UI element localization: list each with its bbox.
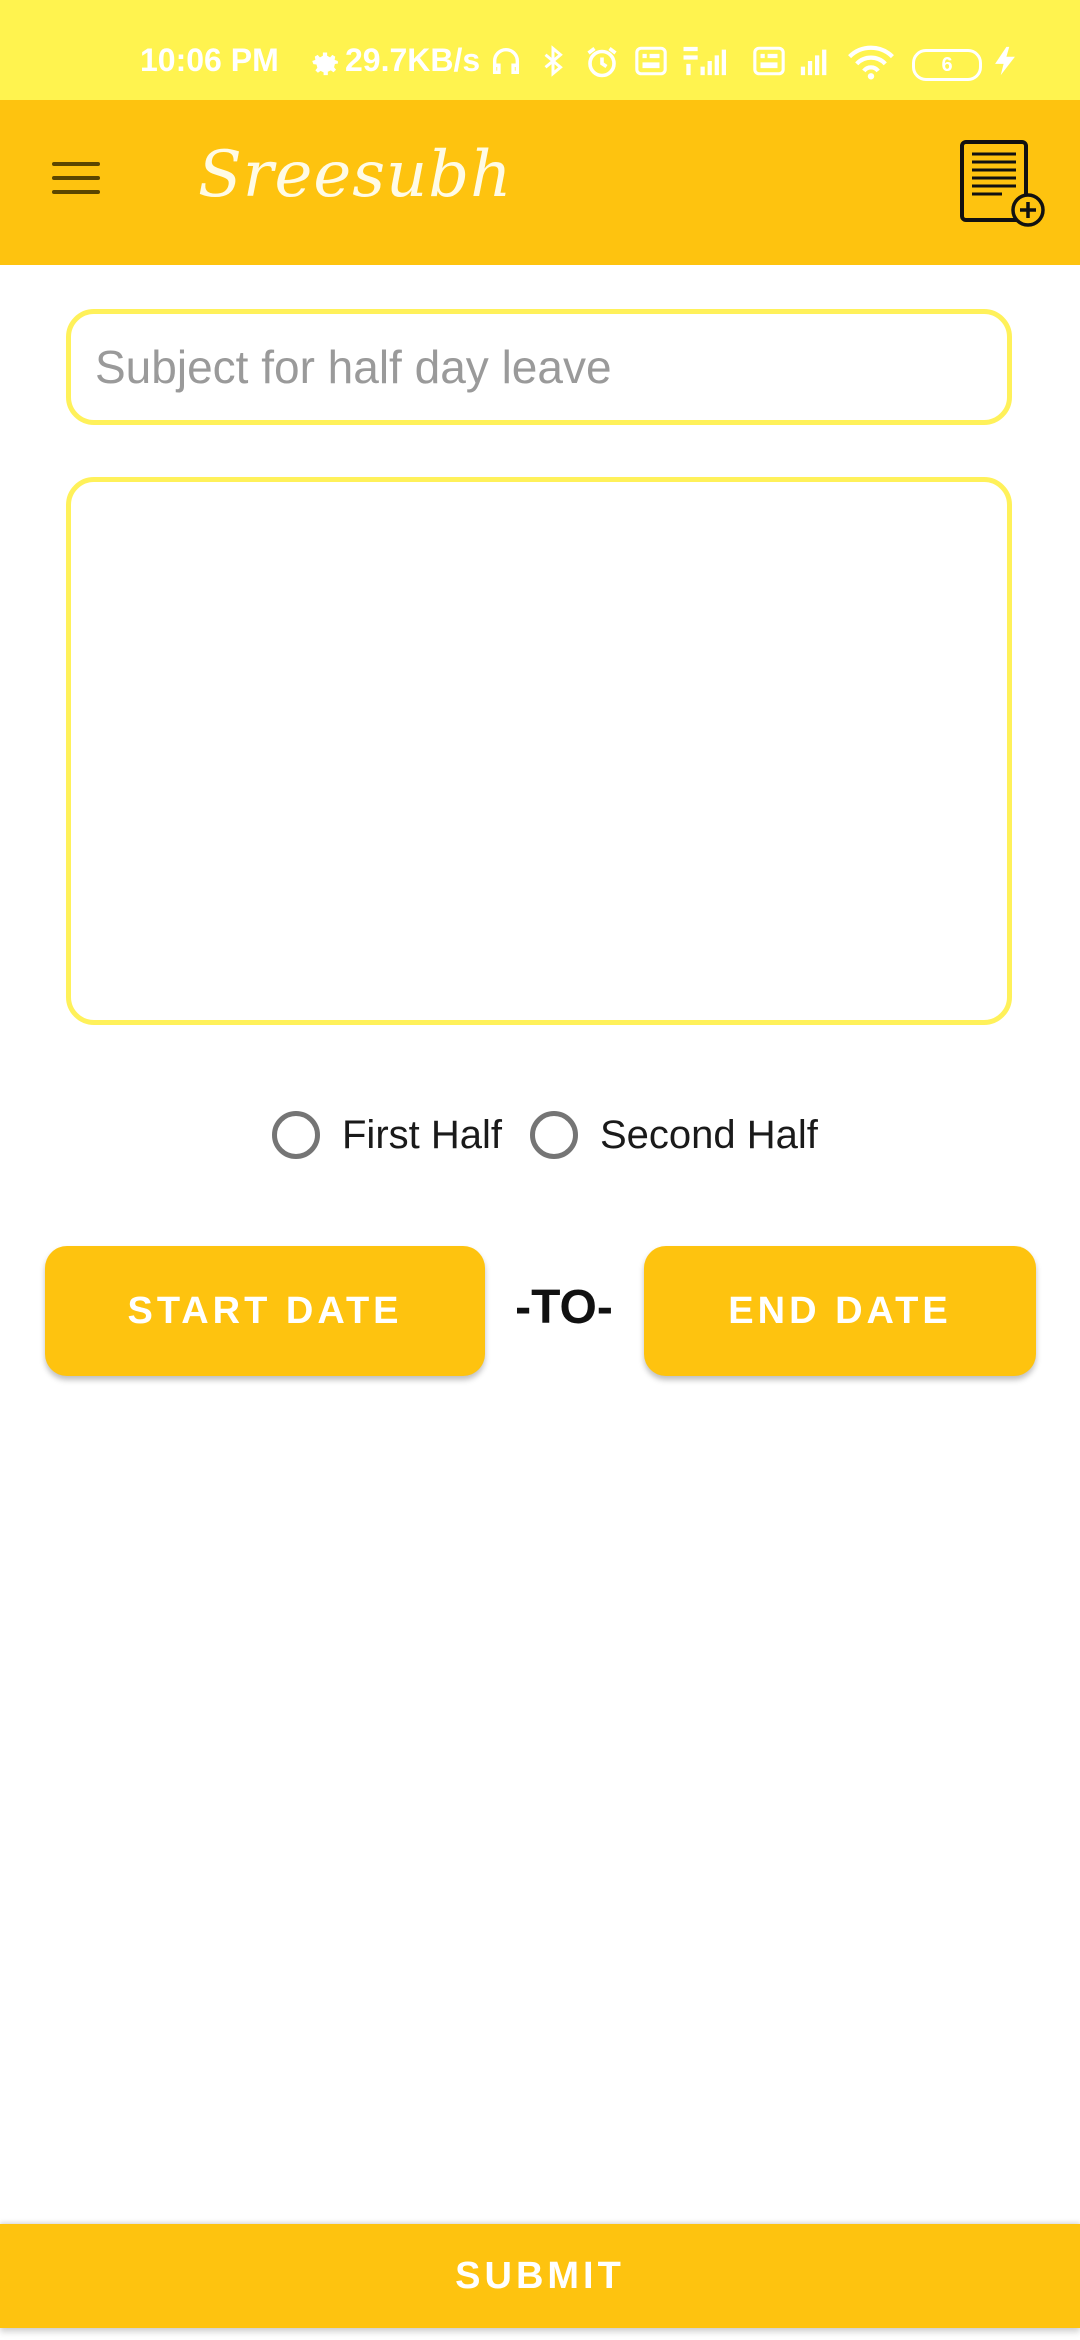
alarm-icon bbox=[587, 47, 617, 78]
document-add-icon[interactable] bbox=[954, 136, 1050, 232]
signal-4g-icon bbox=[683, 46, 726, 76]
to-separator: -TO- bbox=[515, 1281, 613, 1334]
app-title: Sreesubh bbox=[198, 138, 513, 212]
submit-button[interactable]: SUBMIT bbox=[0, 2224, 1080, 2328]
battery-icon: 6 bbox=[912, 49, 982, 81]
volte-icon bbox=[635, 46, 667, 76]
radio-first-half[interactable]: First Half bbox=[272, 1107, 502, 1163]
status-time: 10:06 PM bbox=[140, 42, 279, 78]
wifi-icon bbox=[848, 45, 894, 80]
bluetooth-icon bbox=[544, 45, 563, 77]
network-speed: 29.7KB/s bbox=[345, 42, 481, 78]
charging-icon bbox=[995, 46, 1015, 76]
end-date-button[interactable]: END DATE bbox=[644, 1246, 1036, 1376]
signal-icon bbox=[800, 49, 827, 76]
volte-icon-2 bbox=[753, 46, 785, 76]
status-bar: 10:06 PM 29.7KB/s 6 bbox=[0, 0, 1080, 100]
gear-icon bbox=[312, 52, 339, 76]
start-date-button[interactable]: START DATE bbox=[45, 1246, 485, 1376]
app-bar: Sreesubh bbox=[0, 100, 1080, 265]
radio-circle-icon[interactable] bbox=[272, 1111, 320, 1159]
radio-circle-icon[interactable] bbox=[530, 1111, 578, 1159]
radio-label-first-half: First Half bbox=[342, 1112, 502, 1157]
headset-icon bbox=[492, 48, 520, 75]
radio-label-second-half: Second Half bbox=[600, 1112, 818, 1157]
hamburger-menu-icon[interactable] bbox=[48, 158, 104, 198]
subject-input[interactable] bbox=[66, 309, 1012, 425]
leave-body-textarea[interactable] bbox=[66, 477, 1012, 1025]
radio-second-half[interactable]: Second Half bbox=[530, 1107, 818, 1163]
